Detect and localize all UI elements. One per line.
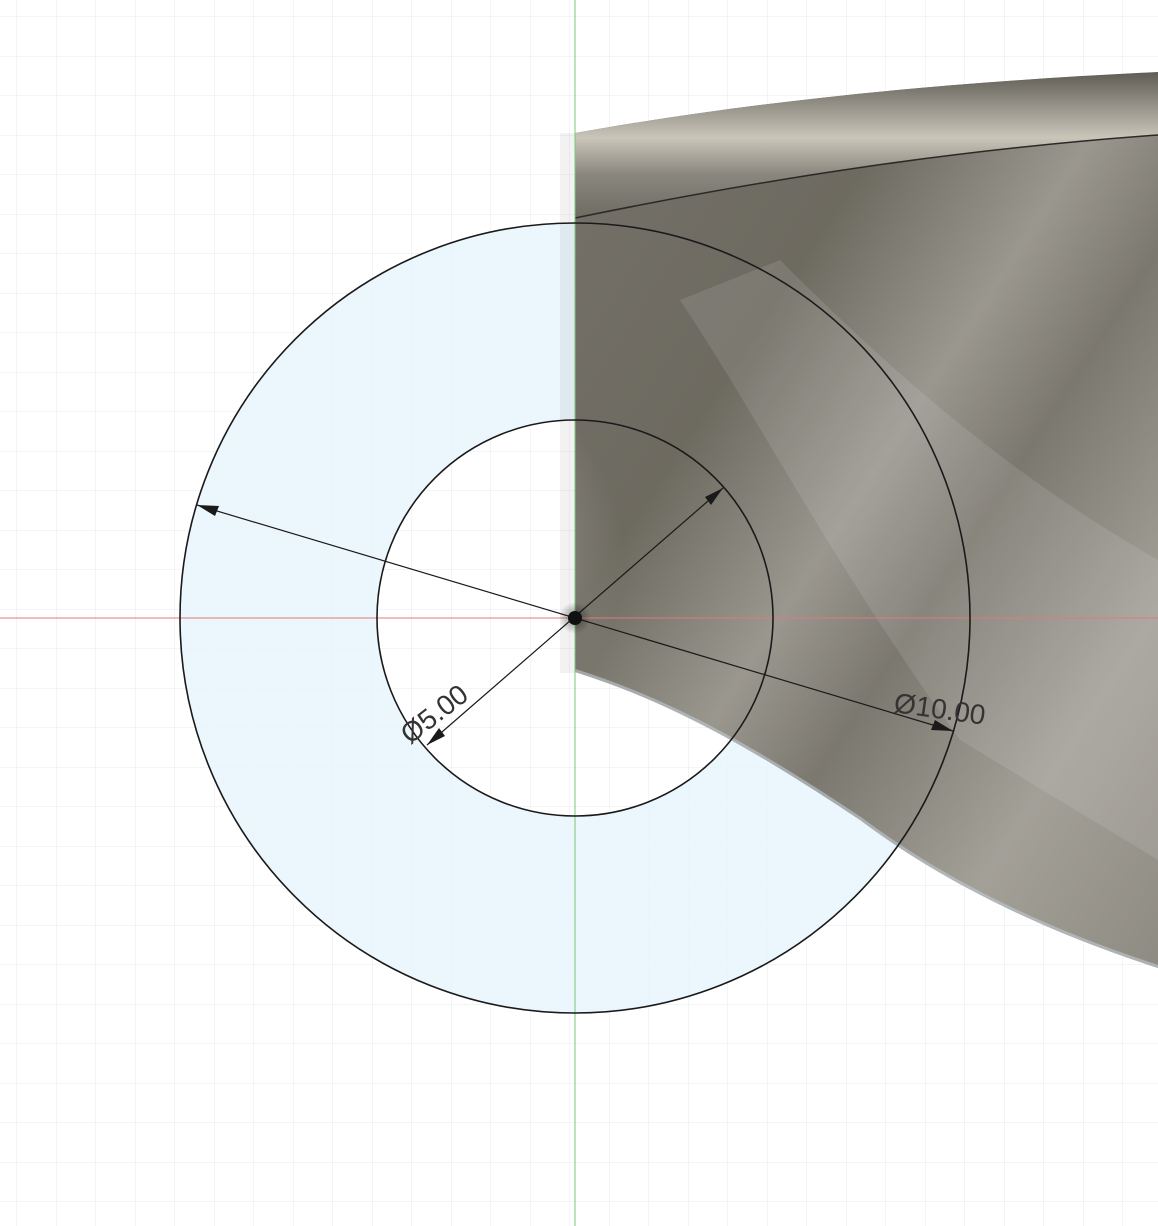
sketch-canvas[interactable]: Ø10.00 Ø5.00 (0, 0, 1158, 1226)
origin-point-icon[interactable] (559, 602, 591, 634)
canvas-viewport[interactable]: Ø10.00 Ø5.00 (0, 0, 1158, 1226)
